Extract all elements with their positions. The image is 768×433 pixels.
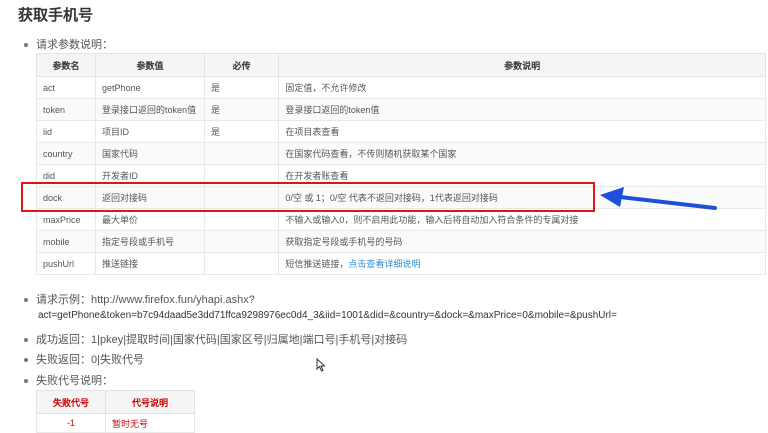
table-row: token 登录接口返回的token值 是 登录接口返回的token值 — [35, 98, 766, 121]
param-name: country — [35, 142, 97, 165]
param-value: 项目ID — [95, 120, 206, 143]
param-value: 推送链接 — [95, 252, 206, 275]
page-title: 获取手机号 — [18, 7, 94, 24]
push-url-detail-link[interactable]: 点击查看详细说明 — [348, 259, 420, 269]
table-header-row: 失败代号 代号说明 — [36, 390, 195, 414]
param-name: pushUrl — [35, 252, 97, 275]
dock-row-highlight-box — [21, 182, 595, 212]
param-name: act — [35, 76, 97, 99]
table-header-row: 参数名 参数值 必传 参数说明 — [35, 53, 766, 77]
request-example-url: act=getPhone&token=b7c94daad5e3dd71ffca9… — [38, 310, 617, 321]
header-description: 参数说明 — [278, 53, 766, 77]
fail-code: -1 — [36, 413, 106, 433]
header-param-name: 参数名 — [35, 53, 97, 77]
header-fail-desc: 代号说明 — [105, 390, 195, 414]
param-required — [204, 252, 280, 275]
table-row: act getPhone 是 固定值，不允许修改 — [35, 76, 766, 99]
param-desc: 获取指定号段或手机号的号码 — [278, 230, 766, 253]
left-arrow-icon — [600, 187, 717, 210]
request-params-heading: 请求参数说明： — [24, 36, 113, 52]
param-desc: 登录接口返回的token值 — [278, 98, 766, 121]
request-example-line: 请求示例：http://www.firefox.fun/yhapi.ashx? — [24, 291, 255, 307]
param-value: 登录接口返回的token值 — [95, 98, 206, 121]
param-value: getPhone — [95, 76, 206, 99]
param-required — [204, 230, 280, 253]
param-desc: 固定值，不允许修改 — [278, 76, 766, 99]
param-required: 是 — [204, 98, 280, 121]
param-value: 指定号段或手机号 — [95, 230, 206, 253]
header-required: 必传 — [204, 53, 280, 77]
table-row: pushUrl 推送链接 短信推送链接，点击查看详细说明 — [35, 252, 766, 275]
param-name: iid — [35, 120, 97, 143]
param-desc: 短信推送链接，点击查看详细说明 — [278, 252, 766, 275]
failure-code-heading: 失败代号说明： — [24, 372, 113, 388]
table-row: -1 暂时无号 — [36, 413, 195, 433]
param-value: 国家代码 — [95, 142, 206, 165]
header-param-value: 参数值 — [95, 53, 206, 77]
param-required — [204, 142, 280, 165]
success-return-line: 成功返回：1|pkey|提取时间|国家代码|国家区号|归属地|端口号|手机号|对… — [24, 331, 407, 347]
table-row: country 国家代码 在国家代码查看，不传则随机获取某个国家 — [35, 142, 766, 165]
header-fail-code: 失败代号 — [36, 390, 106, 414]
table-row: mobile 指定号段或手机号 获取指定号段或手机号的号码 — [35, 230, 766, 253]
param-desc: 在项目表查看 — [278, 120, 766, 143]
param-desc: 在国家代码查看，不传则随机获取某个国家 — [278, 142, 766, 165]
param-required: 是 — [204, 120, 280, 143]
failure-code-table: 失败代号 代号说明 -1 暂时无号 — [36, 390, 195, 433]
params-table: 参数名 参数值 必传 参数说明 act getPhone 是 固定值，不允许修改… — [35, 53, 766, 275]
param-required: 是 — [204, 76, 280, 99]
param-name: mobile — [35, 230, 97, 253]
fail-desc: 暂时无号 — [105, 413, 195, 433]
failure-return-line: 失败返回：0|失败代号 — [24, 351, 144, 367]
table-row: iid 项目ID 是 在项目表查看 — [35, 120, 766, 143]
mouse-cursor-icon — [316, 358, 326, 372]
param-name: token — [35, 98, 97, 121]
